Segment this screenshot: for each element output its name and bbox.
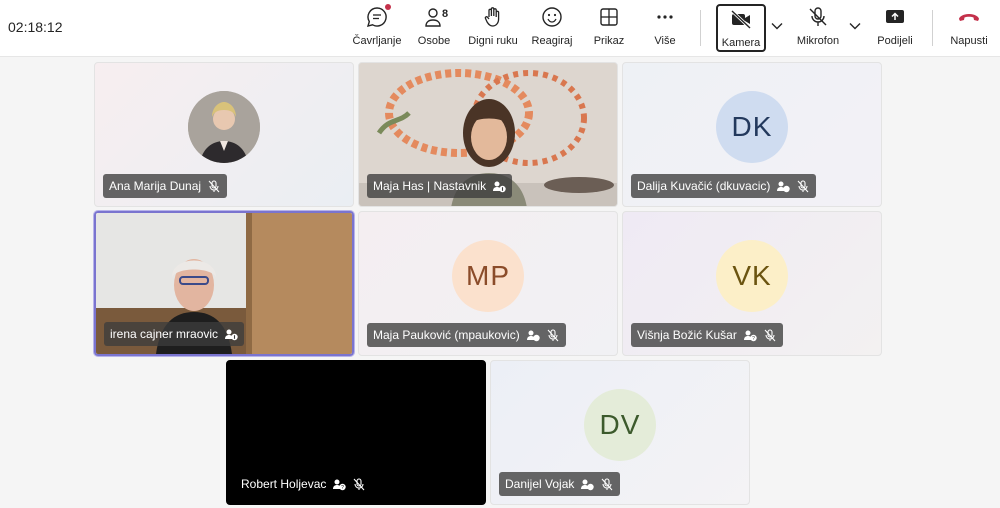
participant-tile[interactable]: MP Maja Pauković (mpaukovic) xyxy=(358,211,618,356)
participant-name: irena cajner mraovic xyxy=(110,327,219,341)
mic-off-icon xyxy=(804,4,832,30)
mic-off-icon xyxy=(352,477,366,491)
svg-text:?: ? xyxy=(341,485,344,491)
avatar-photo xyxy=(188,90,260,163)
participant-tile[interactable]: VK Višnja Božić Kušar ? xyxy=(622,211,882,356)
mic-off-icon xyxy=(207,179,221,193)
guest-icon xyxy=(776,179,791,193)
meeting-toolbar: 02:18:12 Čavrljanje 8 Osobe Digni ruku R… xyxy=(0,0,1000,57)
people-label: Osobe xyxy=(417,35,451,47)
participant-initials-avatar: VK xyxy=(716,239,788,312)
participant-nameplate: Ana Marija Dunaj xyxy=(103,174,228,198)
unread-dot xyxy=(385,4,391,10)
microphone-button[interactable]: Mikrofon xyxy=(792,4,844,52)
mic-off-icon xyxy=(546,328,560,342)
hang-up-icon xyxy=(955,4,983,30)
participant-name: Ana Marija Dunaj xyxy=(109,179,202,193)
people-count: 8 xyxy=(442,8,449,20)
participant-tile[interactable]: DV Danijel Vojak xyxy=(490,360,750,505)
participant-tile[interactable]: Robert Holjevac ? xyxy=(226,360,486,505)
participant-initials-avatar: DK xyxy=(716,90,788,163)
chat-button[interactable]: Čavrljanje xyxy=(350,4,404,52)
participant-nameplate: Maja Has | Nastavnik xyxy=(367,174,513,198)
participant-tile[interactable]: Maja Has | Nastavnik xyxy=(358,62,618,207)
organizer-icon xyxy=(224,327,238,341)
participant-tile[interactable]: Ana Marija Dunaj xyxy=(94,62,354,207)
mic-options-chevron[interactable] xyxy=(848,20,862,32)
react-label: Reagiraj xyxy=(531,35,573,47)
participant-nameplate: Danijel Vojak xyxy=(499,472,621,496)
toolbar-divider xyxy=(932,10,933,46)
participant-tile[interactable]: DK Dalija Kuvačić (dkuvacic) xyxy=(622,62,882,207)
participant-name: Maja Has | Nastavnik xyxy=(373,179,487,193)
meeting-timer: 02:18:12 xyxy=(8,19,63,35)
view-label: Prikaz xyxy=(593,35,625,47)
participant-nameplate: Višnja Božić Kušar ? xyxy=(631,323,783,347)
chevron-down-icon xyxy=(849,23,861,30)
participant-nameplate: Robert Holjevac ? xyxy=(235,472,372,496)
participant-initials-avatar: MP xyxy=(452,239,524,312)
chevron-down-icon xyxy=(771,23,783,30)
leave-label: Napusti xyxy=(950,35,988,47)
people-button[interactable]: 8 Osobe xyxy=(412,4,456,52)
participant-initials-avatar: DV xyxy=(584,388,656,461)
more-label: Više xyxy=(654,35,676,47)
participant-nameplate: irena cajner mraovic xyxy=(104,322,245,346)
participant-name: Maja Pauković (mpaukovic) xyxy=(373,328,520,342)
more-button[interactable]: Više xyxy=(646,4,684,52)
people-icon: 8 xyxy=(420,4,448,30)
hand-icon xyxy=(479,4,507,30)
react-button[interactable]: Reagiraj xyxy=(528,4,576,52)
mic-off-icon xyxy=(796,179,810,193)
participant-name: Danijel Vojak xyxy=(505,477,575,491)
mic-off-icon xyxy=(763,328,777,342)
share-button[interactable]: Podijeli xyxy=(872,4,918,52)
organizer-icon xyxy=(492,179,506,193)
participant-nameplate: Maja Pauković (mpaukovic) xyxy=(367,323,566,347)
raise-hand-button[interactable]: Digni ruku xyxy=(464,4,522,52)
participant-nameplate: Dalija Kuvačić (dkuvacic) xyxy=(631,174,817,198)
view-button[interactable]: Prikaz xyxy=(588,4,630,52)
participant-tile-active-speaker[interactable]: irena cajner mraovic xyxy=(94,211,354,356)
guest-unknown-icon: ? xyxy=(743,328,757,342)
toolbar-divider xyxy=(700,10,701,46)
camera-button[interactable]: Kamera xyxy=(716,4,766,52)
share-label: Podijeli xyxy=(877,35,913,47)
guest-icon xyxy=(526,328,540,342)
participant-name: Višnja Božić Kušar xyxy=(637,328,737,342)
participant-name: Robert Holjevac xyxy=(241,477,327,491)
mic-label: Mikrofon xyxy=(796,35,840,47)
chat-icon xyxy=(363,4,391,30)
guest-icon xyxy=(580,477,595,491)
svg-text:?: ? xyxy=(752,336,755,342)
grid-icon xyxy=(595,4,623,30)
emoji-icon xyxy=(538,4,566,30)
mic-off-icon xyxy=(600,477,614,491)
more-icon xyxy=(651,4,679,30)
raise-hand-label: Digni ruku xyxy=(468,35,518,47)
chat-label: Čavrljanje xyxy=(352,35,402,47)
leave-button[interactable]: Napusti xyxy=(946,4,992,52)
camera-label: Kamera xyxy=(721,37,761,49)
camera-off-icon xyxy=(727,6,755,32)
participant-name: Dalija Kuvačić (dkuvacic) xyxy=(637,179,771,193)
camera-options-chevron[interactable] xyxy=(770,20,784,32)
share-screen-icon xyxy=(881,4,909,30)
guest-unknown-icon: ? xyxy=(332,477,347,491)
